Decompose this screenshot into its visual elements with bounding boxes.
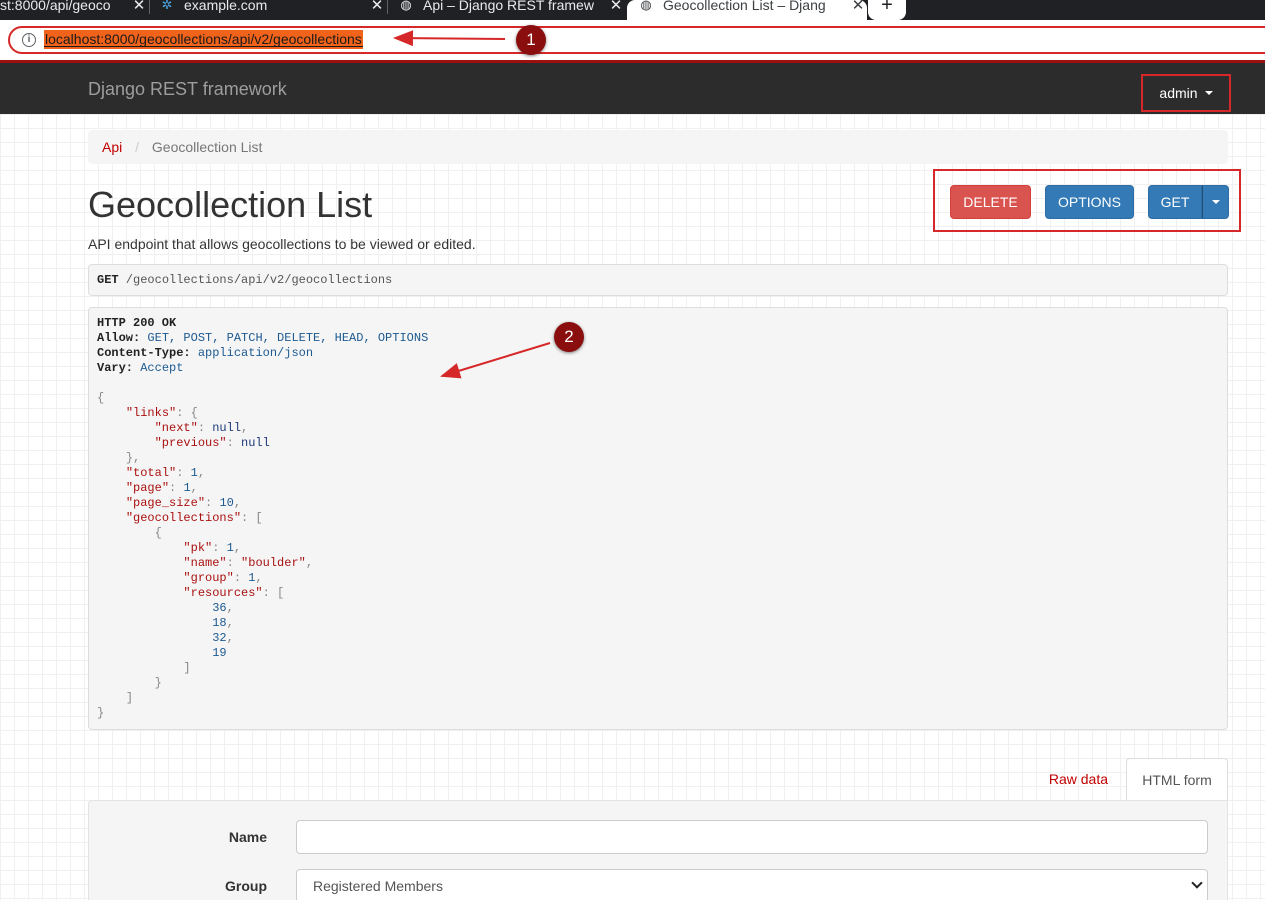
header-key: Allow: (97, 331, 141, 345)
close-icon[interactable]: ✕ (607, 0, 625, 14)
globe-icon: ◍ (400, 0, 412, 12)
get-button[interactable]: GET (1148, 185, 1202, 219)
breadcrumb-current: Geocollection List (151, 139, 263, 155)
browser-tab-label: Api – Django REST framew (423, 0, 594, 13)
browser-tab-3[interactable]: ◍ Api – Django REST framew ✕ (397, 0, 625, 20)
json-value: 10 (219, 496, 234, 510)
browser-tab-label: st:8000/api/geoco (0, 0, 111, 13)
name-input[interactable] (296, 820, 1208, 854)
header-key: Content-Type: (97, 346, 191, 360)
page-content: Api / Geocollection List Geocollection L… (0, 114, 1265, 900)
tab-raw-data[interactable]: Raw data (1033, 758, 1124, 801)
tab-divider (149, 0, 150, 14)
header-key: Vary: (97, 361, 134, 375)
new-tab-button[interactable]: + (868, 0, 906, 20)
json-value: 19 (212, 646, 227, 660)
get-format-toggle[interactable] (1202, 185, 1229, 219)
breadcrumb: Api / Geocollection List (88, 130, 1228, 164)
group-select-value: Registered Members (313, 878, 443, 894)
close-icon[interactable]: ✕ (849, 0, 867, 14)
tab-divider (387, 0, 388, 14)
browser-tab-active[interactable]: ◍ Geocollection List – Djang ✕ (627, 0, 867, 20)
page-description: API endpoint that allows geocollections … (88, 236, 476, 252)
user-menu-label: admin (1159, 85, 1198, 101)
name-label: Name (228, 829, 267, 845)
tab-html-form[interactable]: HTML form (1126, 758, 1228, 801)
browser-tab-label: Geocollection List – Djang (663, 0, 826, 13)
browser-tab-1[interactable]: st:8000/api/geoco ✕ (0, 0, 148, 20)
request-path: /geocollections/api/v2/geocollections (118, 273, 393, 287)
json-value: 32 (212, 631, 227, 645)
info-icon[interactable]: i (22, 33, 36, 47)
brand-link[interactable]: Django REST framework (88, 79, 287, 100)
caret-down-icon (1211, 200, 1220, 204)
snowflake-icon: ✲ (161, 0, 173, 12)
options-button[interactable]: OPTIONS (1045, 185, 1134, 219)
json-value: "boulder" (241, 556, 306, 570)
url-text[interactable]: localhost:8000/geocollections/api/v2/geo… (44, 30, 363, 49)
json-value: 36 (212, 601, 227, 615)
header-value: GET, POST, PATCH, DELETE, HEAD, OPTIONS (147, 331, 429, 345)
caret-down-icon (1204, 91, 1213, 95)
address-bar: i localhost:8000/geocollections/api/v2/g… (0, 20, 1265, 60)
breadcrumb-link-api[interactable]: Api (102, 139, 122, 155)
response-status: HTTP 200 OK (97, 316, 177, 330)
form-tabs: Raw data HTML form (88, 758, 1228, 801)
annotation-marker-2: 2 (554, 322, 584, 352)
json-value: 1 (226, 541, 234, 555)
close-icon[interactable]: ✕ (368, 0, 386, 14)
header-value: Accept (140, 361, 184, 375)
user-menu-dropdown[interactable]: admin (1141, 74, 1231, 112)
json-value: 1 (190, 466, 198, 480)
close-icon[interactable]: ✕ (130, 0, 148, 14)
json-value: null (241, 436, 270, 450)
group-label: Group (225, 878, 267, 894)
header-value: application/json (197, 346, 314, 360)
navbar: Django REST framework admin (0, 60, 1265, 114)
annotation-marker-1: 1 (516, 25, 546, 55)
browser-tab-2[interactable]: ✲ example.com ✕ (158, 0, 386, 20)
globe-icon: ◍ (640, 0, 652, 12)
browser-tab-label: example.com (184, 0, 268, 13)
url-input[interactable]: i localhost:8000/geocollections/api/v2/g… (8, 26, 1265, 54)
json-value: null (212, 421, 242, 435)
breadcrumb-separator: / (135, 139, 140, 155)
post-form: Name Group Registered Members (88, 800, 1228, 900)
chevron-down-icon (1191, 877, 1203, 889)
delete-button[interactable]: DELETE (950, 185, 1031, 219)
request-info: GET /geocollections/api/v2/geocollection… (88, 264, 1228, 296)
browser-tab-strip: st:8000/api/geoco ✕ ✲ example.com ✕ ◍ Ap… (0, 0, 1265, 20)
response-info: HTTP 200 OK Allow: GET, POST, PATCH, DEL… (88, 307, 1228, 730)
response-pre: HTTP 200 OK Allow: GET, POST, PATCH, DEL… (97, 316, 429, 720)
json-value: 1 (183, 481, 191, 495)
json-value: 18 (212, 616, 227, 630)
page-title: Geocollection List (88, 184, 373, 225)
request-method: GET (97, 273, 119, 287)
group-select[interactable]: Registered Members (296, 869, 1208, 900)
